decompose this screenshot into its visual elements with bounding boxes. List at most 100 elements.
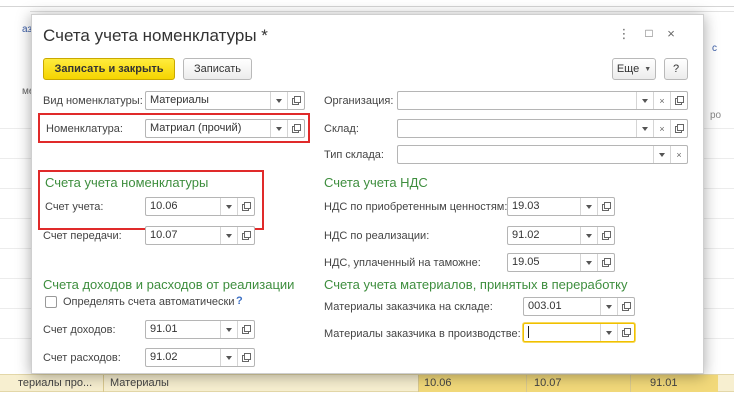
income-account-value[interactable]: 91.01 — [146, 321, 220, 338]
open-button[interactable] — [237, 227, 254, 244]
open-button[interactable] — [597, 198, 614, 215]
open-form-icon — [291, 96, 301, 105]
warehouse-value[interactable] — [398, 120, 636, 137]
chevron-down-icon — [606, 330, 612, 335]
transfer-account-value[interactable]: 10.07 — [146, 227, 220, 244]
column-separator — [103, 375, 104, 392]
account-value[interactable]: 10.06 — [146, 198, 220, 215]
chevron-down-icon — [586, 204, 592, 209]
open-form-icon — [291, 124, 301, 133]
chevron-down-icon — [659, 152, 665, 157]
dropdown-button[interactable] — [580, 254, 597, 271]
auto-accounts-checkbox[interactable] — [45, 296, 57, 308]
vat-acquired-field[interactable]: 19.03 — [507, 197, 615, 216]
income-account-field[interactable]: 91.01 — [145, 320, 255, 339]
expense-account-field[interactable]: 91.02 — [145, 348, 255, 367]
vat-customs-value[interactable]: 19.05 — [508, 254, 580, 271]
chevron-down-icon — [642, 126, 648, 131]
open-button[interactable] — [597, 254, 614, 271]
auto-accounts-label[interactable]: Определять счета автоматически — [63, 296, 235, 308]
organization-value[interactable] — [398, 92, 636, 109]
clear-icon: × — [659, 95, 665, 106]
kind-value[interactable]: Материалы — [146, 92, 270, 109]
kind-label: Вид номенклатуры: — [43, 95, 143, 107]
kind-field[interactable]: Материалы — [145, 91, 305, 110]
open-button[interactable] — [237, 321, 254, 338]
column-separator — [630, 375, 631, 392]
open-form-icon — [601, 258, 611, 267]
account-label: Счет учета: — [45, 201, 104, 213]
chevron-down-icon — [226, 233, 232, 238]
auto-accounts-help-icon[interactable]: ? — [236, 295, 243, 307]
open-form-icon — [241, 231, 251, 240]
chevron-down-icon: ▼ — [644, 65, 652, 73]
vat-sales-label: НДС по реализации: — [324, 230, 430, 242]
dropdown-button[interactable] — [220, 198, 237, 215]
clear-button[interactable]: × — [653, 92, 670, 109]
open-button[interactable] — [287, 92, 304, 109]
dropdown-button[interactable] — [636, 92, 653, 109]
organization-field[interactable]: × — [397, 91, 688, 110]
open-form-icon — [241, 202, 251, 211]
save-button[interactable]: Записать — [183, 58, 252, 80]
dropdown-button[interactable] — [270, 92, 287, 109]
clear-button[interactable]: × — [670, 146, 687, 163]
open-form-icon — [674, 96, 684, 105]
clear-button[interactable]: × — [653, 120, 670, 137]
dropdown-button[interactable] — [220, 227, 237, 244]
dropdown-button[interactable] — [580, 198, 597, 215]
dropdown-button[interactable] — [636, 120, 653, 137]
chevron-down-icon — [276, 98, 282, 103]
open-form-icon — [601, 231, 611, 240]
vat-sales-value[interactable]: 91.02 — [508, 227, 580, 244]
item-value[interactable]: Матриал (прочий) — [146, 120, 270, 137]
open-button[interactable] — [617, 298, 634, 315]
dropdown-button[interactable] — [600, 298, 617, 315]
expense-account-value[interactable]: 91.02 — [146, 349, 220, 366]
item-accounts-dialog: Счета учета номенклатуры * ⋮ □ × Записат… — [31, 14, 704, 374]
background-header-line — [30, 11, 734, 12]
more-actions-icon[interactable]: ⋮ — [617, 26, 631, 42]
warehouse-type-field[interactable]: × — [397, 145, 688, 164]
item-field[interactable]: Матриал (прочий) — [145, 119, 305, 138]
open-button[interactable] — [597, 227, 614, 244]
warehouse-field[interactable]: × — [397, 119, 688, 138]
customer-materials-production-field[interactable] — [523, 323, 635, 342]
save-and-close-button[interactable]: Записать и закрыть — [43, 58, 175, 80]
maximize-icon[interactable]: □ — [642, 26, 656, 40]
dropdown-button[interactable] — [580, 227, 597, 244]
open-button[interactable] — [237, 198, 254, 215]
more-menu-label: Еще — [616, 63, 640, 75]
customer-materials-warehouse-field[interactable]: 003.01 — [523, 297, 635, 316]
customer-materials-production-input[interactable] — [524, 324, 600, 341]
account-field[interactable]: 10.06 — [145, 197, 255, 216]
open-button[interactable] — [287, 120, 304, 137]
background-link-fragment-right[interactable]: с — [712, 43, 717, 54]
open-button[interactable] — [670, 120, 687, 137]
vat-customs-label: НДС, уплаченный на таможне: — [324, 257, 481, 269]
open-button[interactable] — [237, 349, 254, 366]
dropdown-button[interactable] — [600, 324, 617, 341]
chevron-down-icon — [226, 204, 232, 209]
more-menu-button[interactable]: Еще ▼ — [612, 58, 656, 80]
dropdown-button[interactable] — [220, 349, 237, 366]
vat-customs-field[interactable]: 19.05 — [507, 253, 615, 272]
table-cell: 10.06 — [424, 377, 452, 389]
vat-section-title: Счета учета НДС — [324, 175, 428, 190]
open-button[interactable] — [670, 92, 687, 109]
vat-acquired-value[interactable]: 19.03 — [508, 198, 580, 215]
income-account-label: Счет доходов: — [43, 324, 116, 336]
transfer-account-field[interactable]: 10.07 — [145, 226, 255, 245]
table-cell: териалы про... — [18, 377, 93, 389]
dropdown-button[interactable] — [653, 146, 670, 163]
table-cell: 10.07 — [534, 377, 562, 389]
dropdown-button[interactable] — [270, 120, 287, 137]
close-icon[interactable]: × — [664, 26, 678, 41]
customer-materials-warehouse-value[interactable]: 003.01 — [524, 298, 600, 315]
background-table-row[interactable]: териалы про... Материалы 10.06 10.07 91.… — [0, 374, 734, 392]
help-button[interactable]: ? — [664, 58, 688, 80]
vat-sales-field[interactable]: 91.02 — [507, 226, 615, 245]
dropdown-button[interactable] — [220, 321, 237, 338]
open-button[interactable] — [617, 324, 634, 341]
warehouse-type-value[interactable] — [398, 146, 653, 163]
